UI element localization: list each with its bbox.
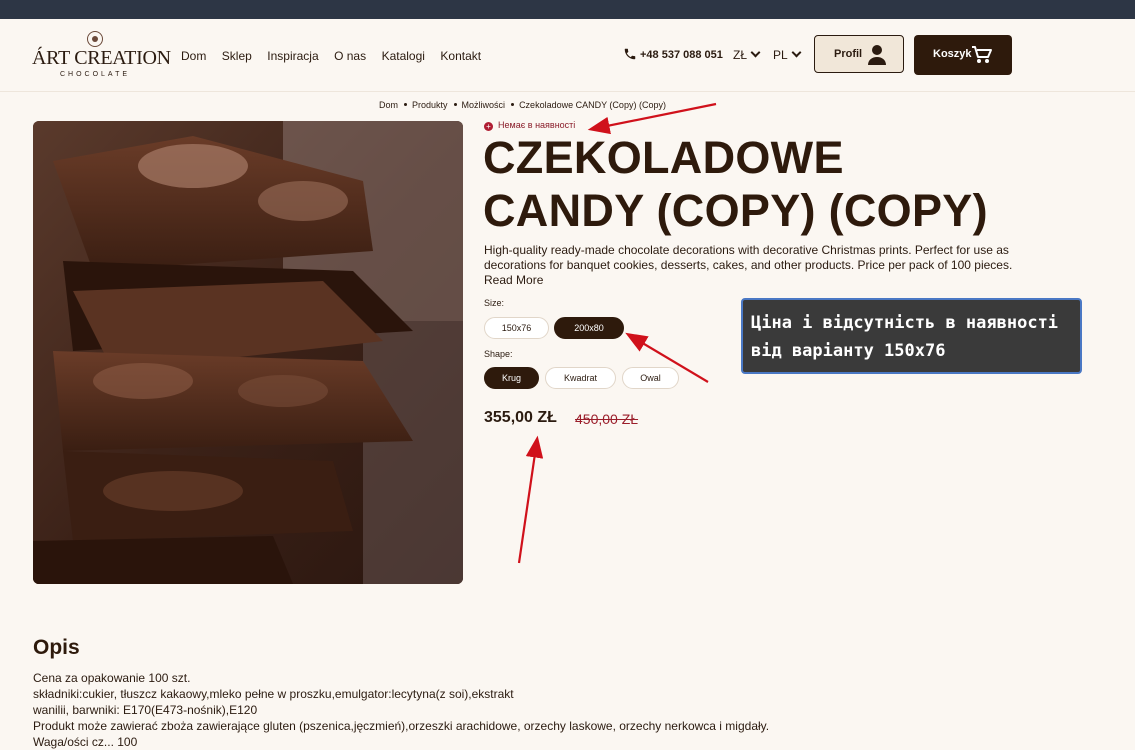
read-more-link[interactable]: Read More	[484, 273, 543, 287]
product-image[interactable]	[33, 121, 463, 584]
arrow-to-price	[517, 435, 544, 564]
size-label: Size:	[484, 298, 505, 308]
logo-tagline: CHOCOLATE	[59, 71, 131, 78]
shape-option-krug[interactable]: Krug	[484, 367, 539, 389]
current-price: 355,00 ZŁ	[484, 409, 557, 426]
profile-label: Profil	[834, 48, 863, 60]
cart-label: Koszyk	[933, 48, 972, 60]
nav-item-kontakt[interactable]: Kontakt	[440, 49, 481, 63]
breadcrumb: Dom Produkty Możliwości Czekoladowe CANDY (…	[379, 100, 666, 110]
product-title-line: CANDY (COPY) (COPY)	[483, 185, 988, 236]
annotation-line: від варіанту 150x76	[751, 341, 946, 361]
site-header: ÁRT CREATION CHOCOLATE Dom Sklep Inspira…	[0, 19, 1135, 92]
main-nav: Dom Sklep Inspiracja O nas Katalogi Kont…	[181, 47, 492, 65]
opis-line: składniki:cukier, tłuszcz kakaowy,mleko …	[33, 687, 514, 701]
breadcrumb-item[interactable]: Możliwości	[462, 100, 506, 110]
currency-value: ZŁ	[733, 48, 748, 62]
shape-option-kwadrat[interactable]: Kwadrat	[545, 367, 616, 389]
shape-label: Shape:	[484, 349, 513, 359]
phone-icon	[624, 48, 636, 60]
unavailable-icon: +	[484, 122, 493, 131]
nav-item-sklep[interactable]: Sklep	[222, 49, 252, 63]
profile-button[interactable]: Profil	[814, 35, 904, 73]
language-value: PL	[773, 48, 788, 62]
logo-mark-icon	[87, 31, 103, 47]
product-title: CZEKOLADOWE CANDY (COPY) (COPY)	[483, 131, 1043, 237]
opis-body: Cena za opakowanie 100 szt. składniki:cu…	[33, 670, 933, 750]
annotation-callout: Ціна і відсутність в наявності від варіа…	[741, 298, 1082, 374]
breadcrumb-current: Czekoladowe CANDY (Copy) (Copy)	[519, 100, 666, 110]
logo[interactable]: ÁRT CREATION CHOCOLATE	[32, 31, 171, 81]
phone-number: +48 537 088 051	[640, 49, 723, 61]
breadcrumb-separator	[453, 103, 457, 106]
chevron-down-icon	[791, 47, 802, 58]
top-strip	[0, 0, 1135, 19]
size-option-200x80[interactable]: 200x80	[554, 317, 624, 339]
opis-line: Waga/ości cz... 100	[33, 735, 138, 749]
nav-item-inspiracja[interactable]: Inspiracja	[267, 49, 318, 63]
opis-line: Produkt może zawierać zboża zawierające …	[33, 719, 770, 733]
product-title-line: CZEKOLADOWE	[483, 132, 844, 183]
shape-option-owal[interactable]: Owal	[622, 367, 679, 389]
section-title-opis: Opis	[33, 636, 80, 659]
cart-button[interactable]: Koszyk	[914, 35, 1012, 75]
chevron-down-icon	[750, 47, 761, 58]
chocolate-photo	[33, 121, 463, 584]
nav-item-o-nas[interactable]: O nas	[334, 49, 366, 63]
nav-item-dom[interactable]: Dom	[181, 49, 206, 63]
opis-line: Cena za opakowanie 100 szt.	[33, 671, 191, 685]
size-option-150x76[interactable]: 150x76	[484, 317, 549, 339]
user-icon	[868, 45, 886, 65]
cart-icon	[972, 46, 992, 63]
currency-select[interactable]: ZŁ	[733, 47, 761, 62]
description-text: High-quality ready-made chocolate decora…	[484, 243, 1013, 272]
annotation-line: Ціна і відсутність в наявності	[751, 313, 1059, 333]
phone-link[interactable]: +48 537 088 051	[623, 47, 723, 61]
product-description: High-quality ready-made chocolate decora…	[484, 243, 1014, 288]
language-select[interactable]: PL	[773, 47, 802, 62]
old-price: 450,00 ZŁ	[575, 411, 639, 427]
logo-name: ÁRT CREATION	[32, 47, 171, 69]
nav-item-katalogi[interactable]: Katalogi	[382, 49, 425, 63]
breadcrumb-separator	[404, 103, 408, 106]
opis-line: wanilii, barwniki: E170(E473-nośnik),E12…	[33, 703, 258, 717]
breadcrumb-item[interactable]: Produkty	[412, 100, 448, 110]
breadcrumb-separator	[511, 103, 515, 106]
stock-status: + Немає в наявності	[484, 120, 575, 131]
stock-status-text: Немає в наявності	[498, 120, 576, 130]
breadcrumb-item[interactable]: Dom	[379, 100, 398, 110]
